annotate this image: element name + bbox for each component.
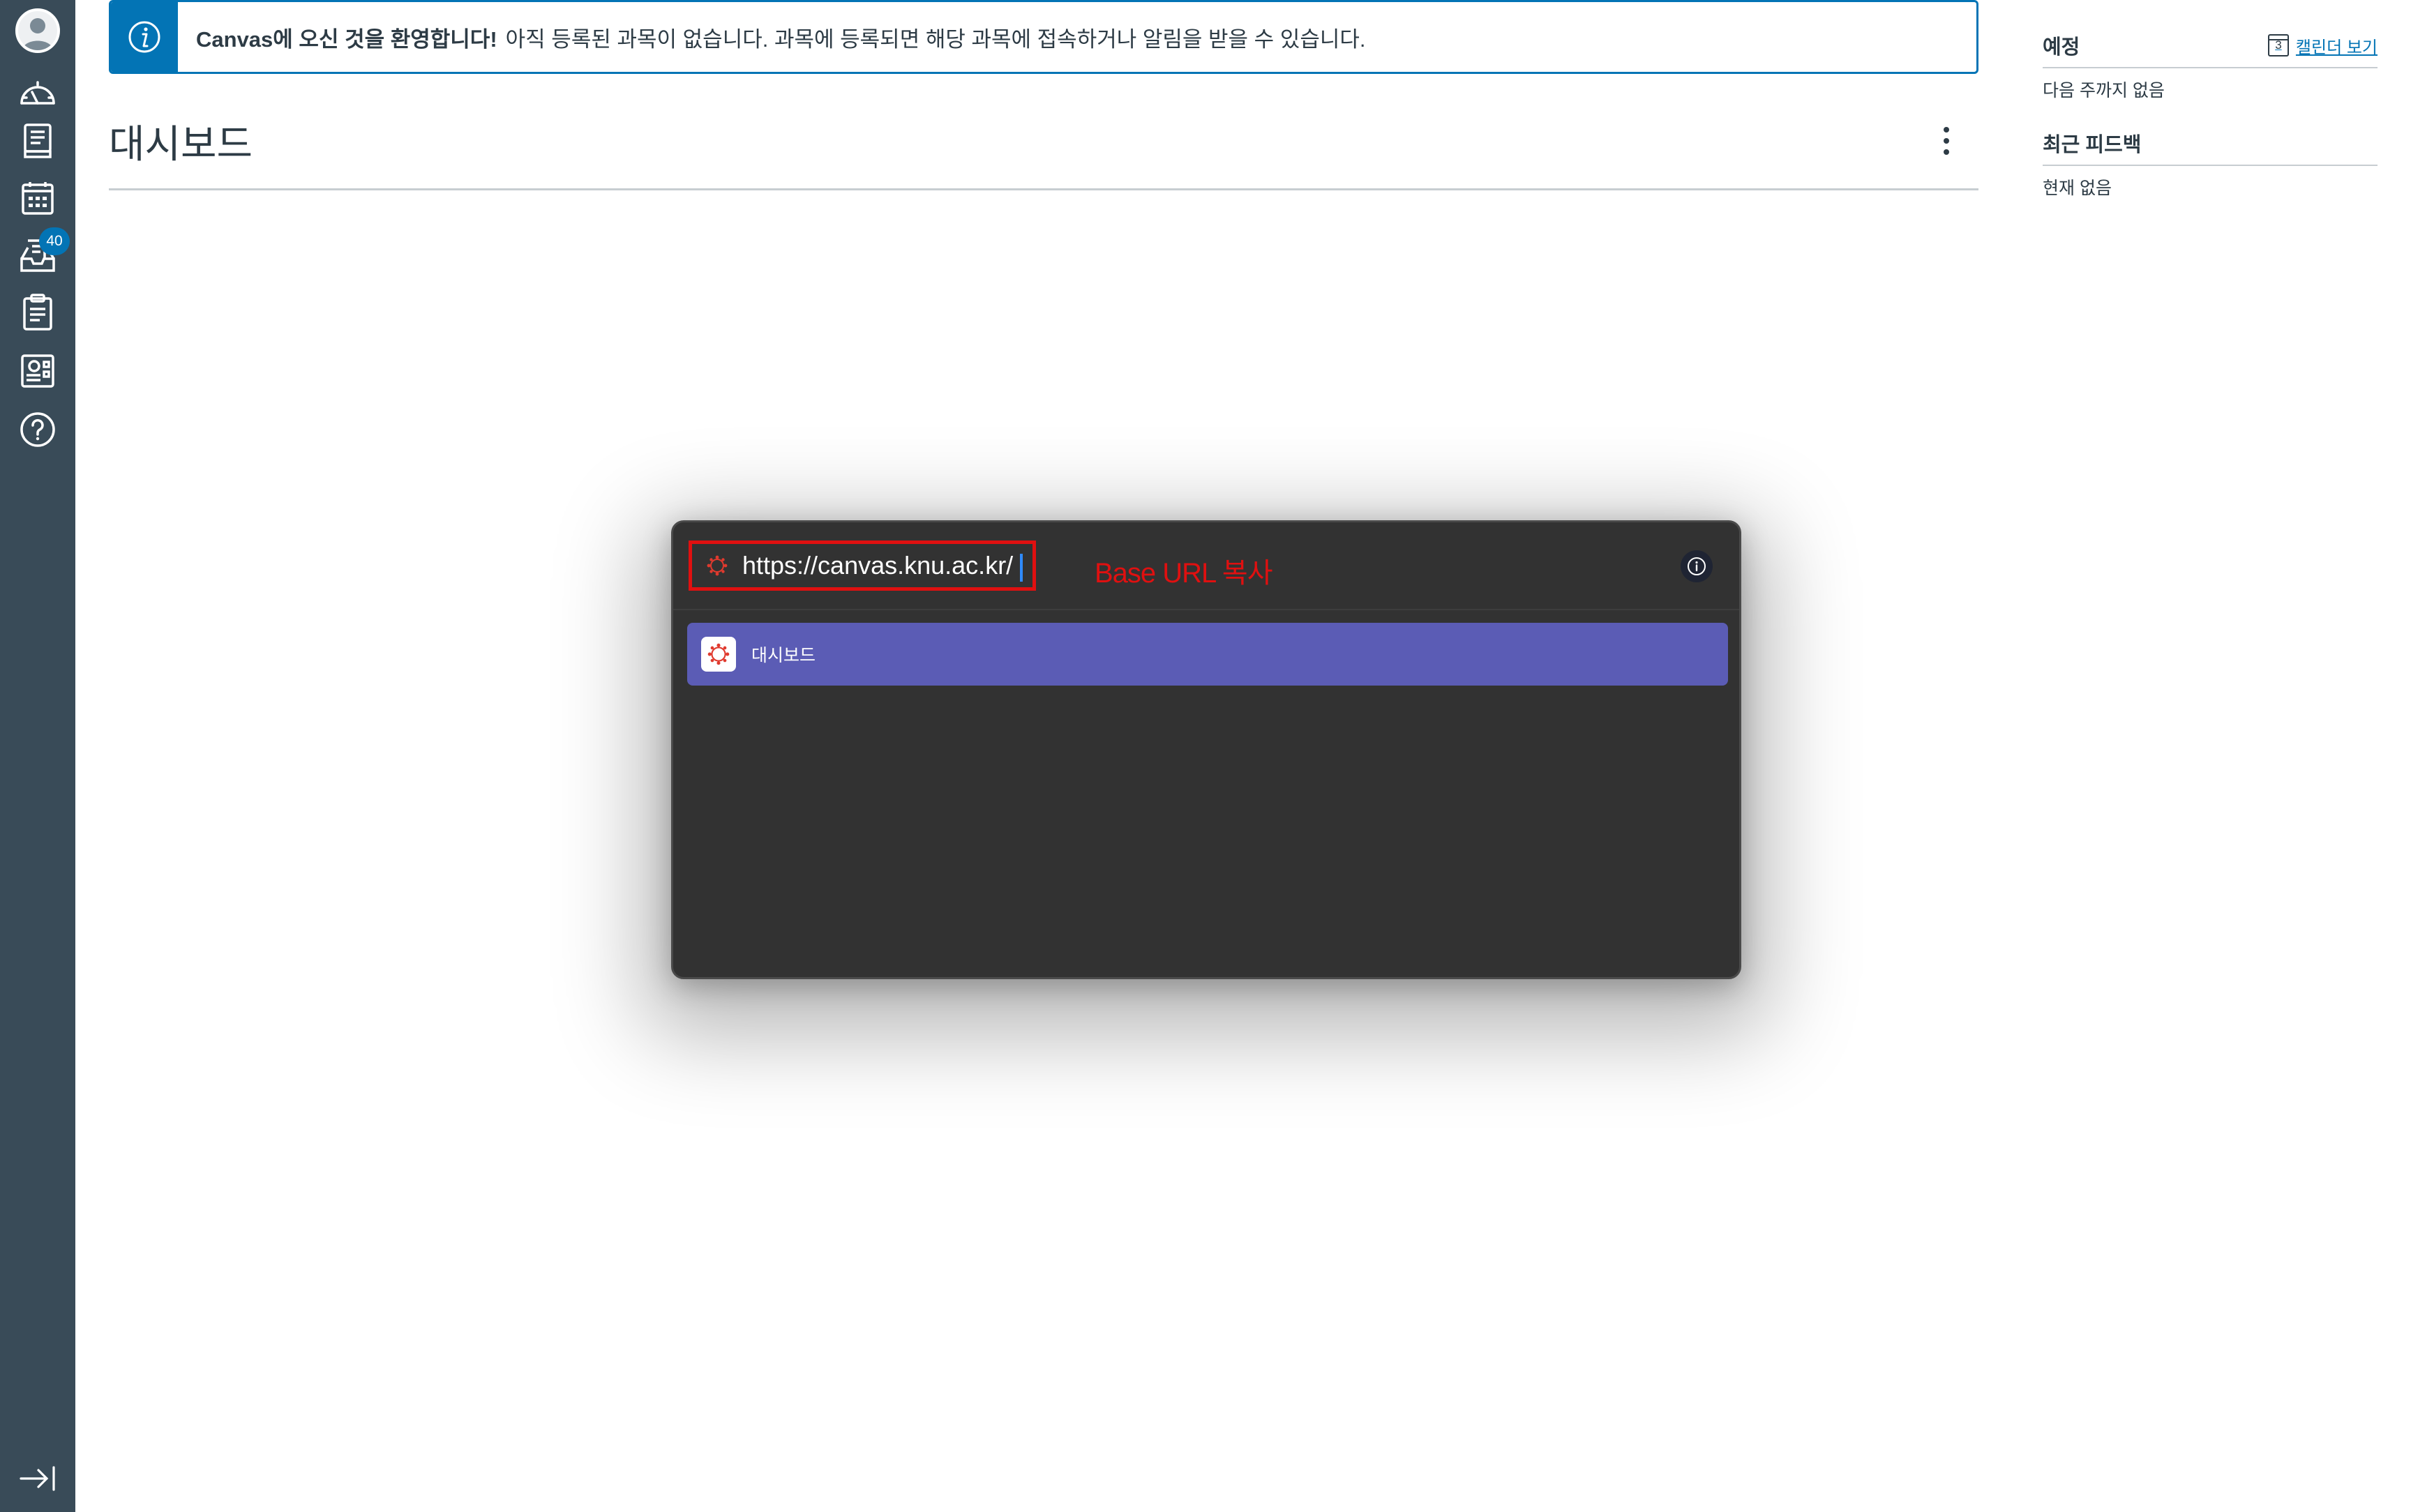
upcoming-heading: 예정 bbox=[2043, 36, 2080, 59]
clipboard-icon bbox=[23, 294, 52, 331]
nav-collapse-toggle[interactable] bbox=[0, 1451, 75, 1506]
calendar-day-number: 3 bbox=[2275, 38, 2282, 52]
nav-assignments[interactable] bbox=[0, 285, 75, 340]
page-title: 대시보드 bbox=[109, 122, 253, 166]
kebab-dot bbox=[1944, 127, 1949, 133]
portfolio-icon bbox=[21, 354, 54, 388]
global-navigation: 40 bbox=[0, 0, 75, 1512]
launcher-popup: Base URL 복사 대시보드 bbox=[671, 520, 1741, 979]
banner-message: Canvas에 오신 것을 환영합니다! 아직 등록된 과목이 없습니다. 과목에… bbox=[178, 22, 1366, 53]
banner-icon-area bbox=[111, 2, 178, 72]
help-icon bbox=[20, 412, 55, 447]
dashboard-options-menu-button[interactable] bbox=[1932, 124, 1960, 158]
base-url-annotation: Base URL 복사 bbox=[1095, 558, 1273, 589]
upcoming-empty-text: 다음 주까지 없음 bbox=[2043, 81, 2165, 100]
nav-dashboard[interactable] bbox=[0, 64, 75, 120]
inbox-unread-badge: 40 bbox=[39, 227, 70, 255]
view-calendar-link[interactable]: 3 캘린더 보기 bbox=[2267, 33, 2378, 58]
kebab-dot bbox=[1944, 138, 1949, 144]
user-avatar-icon bbox=[15, 8, 60, 53]
right-sidebar: 예정 3 캘린더 보기 다음 주까지 없음 최근 피드백 현재 없음 bbox=[2043, 31, 2378, 199]
launcher-url-input[interactable] bbox=[742, 551, 1028, 580]
banner-title: Canvas에 오신 것을 환영합니다! bbox=[196, 27, 497, 52]
feedback-empty-text: 현재 없음 bbox=[2043, 179, 2112, 198]
text-caret bbox=[1020, 554, 1023, 582]
kebab-dot bbox=[1944, 149, 1949, 155]
dashboard-icon bbox=[20, 81, 55, 105]
nav-calendar[interactable] bbox=[0, 170, 75, 226]
launcher-result-row[interactable]: 대시보드 bbox=[687, 623, 1728, 686]
canvas-logo-icon bbox=[707, 555, 728, 576]
info-icon bbox=[128, 21, 160, 53]
canvas-logo-icon bbox=[707, 643, 730, 665]
feedback-section: 최근 피드백 현재 없음 bbox=[2043, 128, 2378, 199]
nav-account[interactable] bbox=[0, 3, 75, 59]
result-app-icon bbox=[701, 637, 736, 672]
result-label: 대시보드 bbox=[751, 646, 816, 665]
nav-portfolio[interactable] bbox=[0, 343, 75, 399]
courses-icon bbox=[24, 123, 52, 158]
launcher-divider bbox=[673, 609, 1739, 610]
launcher-info-button[interactable] bbox=[1681, 550, 1713, 582]
nav-help[interactable] bbox=[0, 402, 75, 458]
info-icon bbox=[1688, 557, 1706, 575]
upcoming-heading-row: 예정 3 캘린더 보기 bbox=[2043, 31, 2378, 68]
view-calendar-label: 캘린더 보기 bbox=[2295, 38, 2378, 57]
header-divider bbox=[109, 188, 1978, 190]
calendar-icon bbox=[22, 182, 54, 215]
nav-courses[interactable] bbox=[0, 113, 75, 169]
feedback-heading: 최근 피드백 bbox=[2043, 128, 2378, 166]
launcher-search-box[interactable] bbox=[689, 540, 1036, 591]
collapse-nav-icon bbox=[20, 1466, 55, 1491]
calendar-day-icon: 3 bbox=[2267, 34, 2289, 56]
banner-body: 아직 등록된 과목이 없습니다. 과목에 등록되면 해당 과목에 접속하거나 알… bbox=[505, 27, 1366, 52]
upcoming-section: 예정 3 캘린더 보기 다음 주까지 없음 bbox=[2043, 31, 2378, 102]
welcome-banner: Canvas에 오신 것을 환영합니다! 아직 등록된 과목이 없습니다. 과목에… bbox=[109, 0, 1978, 74]
